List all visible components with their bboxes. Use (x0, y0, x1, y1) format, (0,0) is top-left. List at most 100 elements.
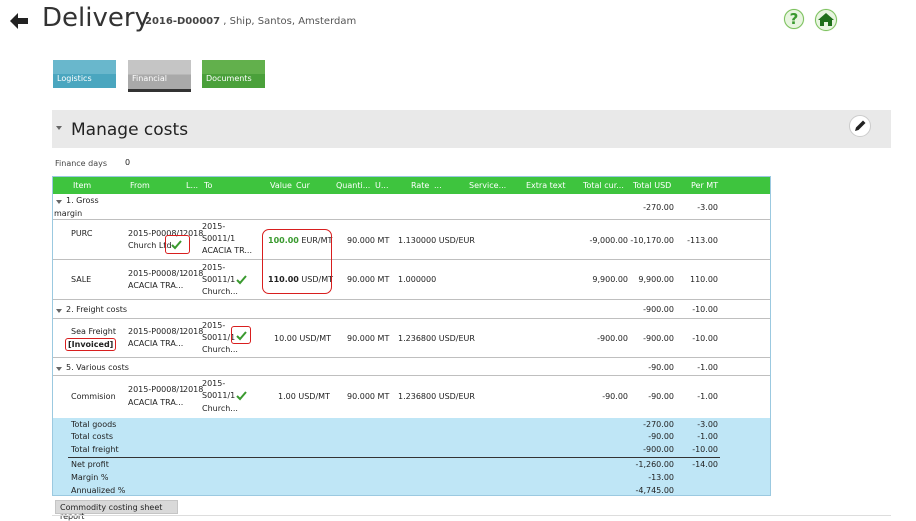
summary-total-costs-usd: -90.00 (648, 432, 674, 441)
row-total-usd: 9,900.00 (638, 275, 674, 284)
row-total-usd: -10,170.00 (630, 236, 674, 245)
row-to[interactable]: 2015- (202, 221, 225, 233)
summary-total-freight-usd: -900.00 (643, 445, 674, 454)
row-item[interactable]: PURC (71, 228, 92, 240)
row-item[interactable]: SALE (71, 274, 91, 286)
home-icon[interactable] (814, 8, 838, 32)
summary-net-profit-usd: -1,260.00 (635, 460, 674, 469)
col-quantity[interactable]: Quanti... (336, 181, 370, 190)
row-item[interactable]: Sea Freight (71, 326, 116, 338)
row-to[interactable]: 2015- (202, 262, 225, 274)
tab-documents[interactable]: Documents (202, 60, 265, 88)
page-title: Delivery (42, 3, 150, 33)
row-from[interactable]: 2015-P0008/1 (128, 326, 184, 338)
col-value[interactable]: Value (270, 181, 292, 190)
row-year: 2018 (183, 385, 204, 394)
row-to-party[interactable]: Church... (202, 286, 238, 298)
row-quantity[interactable]: 90.000 MT (347, 391, 389, 403)
summary-margin-label: Margin % (71, 473, 109, 482)
collapse-arrow-icon[interactable] (56, 309, 62, 313)
summary-total-costs-label: Total costs (71, 432, 113, 441)
row-to-ref[interactable]: S0011/1 (202, 274, 235, 286)
summary-divider (68, 457, 720, 458)
row-per-mt: -10.00 (692, 334, 718, 343)
row-to[interactable]: 2015- (202, 378, 225, 390)
row-from-party[interactable]: ACACIA TRA... (128, 338, 183, 350)
highlight-box (262, 229, 332, 294)
row-rate[interactable]: 1.236800 USD/EUR (398, 333, 475, 345)
col-extra-text[interactable]: Extra text (526, 181, 565, 190)
col-cur[interactable]: Cur (296, 181, 310, 190)
edit-pencil-icon[interactable] (849, 115, 871, 137)
costing-report-button[interactable]: Commodity costing sheet report (55, 500, 178, 521)
col-l[interactable]: L... (186, 181, 198, 190)
row-per-mt: -1.00 (697, 392, 718, 401)
row-year: 2018 (183, 269, 204, 278)
row-divider (53, 219, 770, 220)
collapse-arrow-icon[interactable] (56, 200, 62, 204)
row-value[interactable]: 10.00 USD/MT (274, 333, 331, 345)
row-from-party[interactable]: ACACIA TRA... (128, 280, 183, 292)
bottom-divider (52, 515, 891, 516)
row-to-party[interactable]: Church... (202, 403, 238, 415)
col-rate-unit[interactable]: ... (434, 181, 442, 190)
collapse-arrow-icon[interactable] (56, 367, 62, 371)
col-from[interactable]: From (130, 181, 150, 190)
group-total-usd: -900.00 (643, 305, 674, 314)
help-icon[interactable]: ? (783, 8, 805, 30)
row-from[interactable]: 2015-P0008/1 (128, 384, 184, 396)
finance-days-value[interactable]: 0 (125, 158, 130, 167)
row-divider (53, 299, 770, 300)
col-total-cur[interactable]: Total cur... (583, 181, 624, 190)
col-per-mt[interactable]: Per MT (691, 181, 718, 190)
col-rate[interactable]: Rate (411, 181, 429, 190)
col-total-usd[interactable]: Total USD (633, 181, 671, 190)
tab-logistics[interactable]: Logistics (53, 60, 116, 88)
row-to[interactable]: 2015- (202, 320, 225, 332)
col-service[interactable]: Service... (469, 181, 506, 190)
summary-annualized-usd: -4,745.00 (635, 486, 674, 495)
delivery-details: , Ship, Santos, Amsterdam (220, 16, 357, 27)
summary-net-profit-label: Net profit (71, 460, 109, 469)
summary-margin-usd: -13.00 (648, 473, 674, 482)
row-rate[interactable]: 1.236800 USD/EUR (398, 391, 475, 403)
summary-total-goods-label: Total goods (71, 420, 117, 429)
col-item[interactable]: Item (73, 181, 91, 190)
row-quantity[interactable]: 90.000 MT (347, 333, 389, 345)
group-total-usd: -90.00 (648, 363, 674, 372)
row-rate[interactable]: 1.130000 USD/EUR (398, 235, 475, 247)
summary-net-profit-mt: -14.00 (692, 460, 718, 469)
col-unit[interactable]: U... (375, 181, 388, 190)
row-to-party[interactable]: Church... (202, 344, 238, 356)
summary-total-goods-mt: -3.00 (697, 420, 718, 429)
group-per-mt: -1.00 (697, 363, 718, 372)
back-arrow-icon[interactable] (8, 10, 30, 32)
section-title: Manage costs (71, 120, 189, 140)
collapse-arrow-icon[interactable] (56, 126, 62, 130)
row-to-ref[interactable]: S0011/1 (202, 233, 235, 245)
row-divider (53, 375, 770, 376)
tab-financial[interactable]: Financial (128, 60, 191, 92)
row-total-usd: -90.00 (648, 392, 674, 401)
row-divider (53, 259, 770, 260)
row-from[interactable]: 2015-P0008/1 (128, 268, 184, 280)
summary-total-freight-mt: -10.00 (692, 445, 718, 454)
row-quantity[interactable]: 90.000 MT (347, 235, 389, 247)
group-per-mt: -10.00 (692, 305, 718, 314)
invoiced-badge: [Invoiced] (65, 338, 117, 351)
checkmark-icon (171, 240, 182, 250)
row-quantity[interactable]: 90.000 MT (347, 274, 389, 286)
row-from-party[interactable]: ACACIA TRA... (128, 397, 183, 409)
row-item[interactable]: Commision (71, 391, 116, 403)
row-to-ref[interactable]: S0011/1 (202, 390, 235, 402)
row-value[interactable]: 1.00 USD/MT (278, 391, 330, 403)
summary-annualized-label: Annualized % (71, 486, 126, 495)
col-to[interactable]: To (204, 181, 212, 190)
row-per-mt: 110.00 (690, 275, 718, 284)
row-rate[interactable]: 1.000000 (398, 274, 436, 286)
svg-text:?: ? (790, 10, 799, 28)
row-to-party[interactable]: ACACIA TR... (202, 245, 252, 257)
delivery-ref: 2016-D00007 (145, 16, 221, 27)
page-subtitle: 2016-D00007 , Ship, Santos, Amsterdam (145, 16, 356, 27)
summary-total-goods-usd: -270.00 (643, 420, 674, 429)
